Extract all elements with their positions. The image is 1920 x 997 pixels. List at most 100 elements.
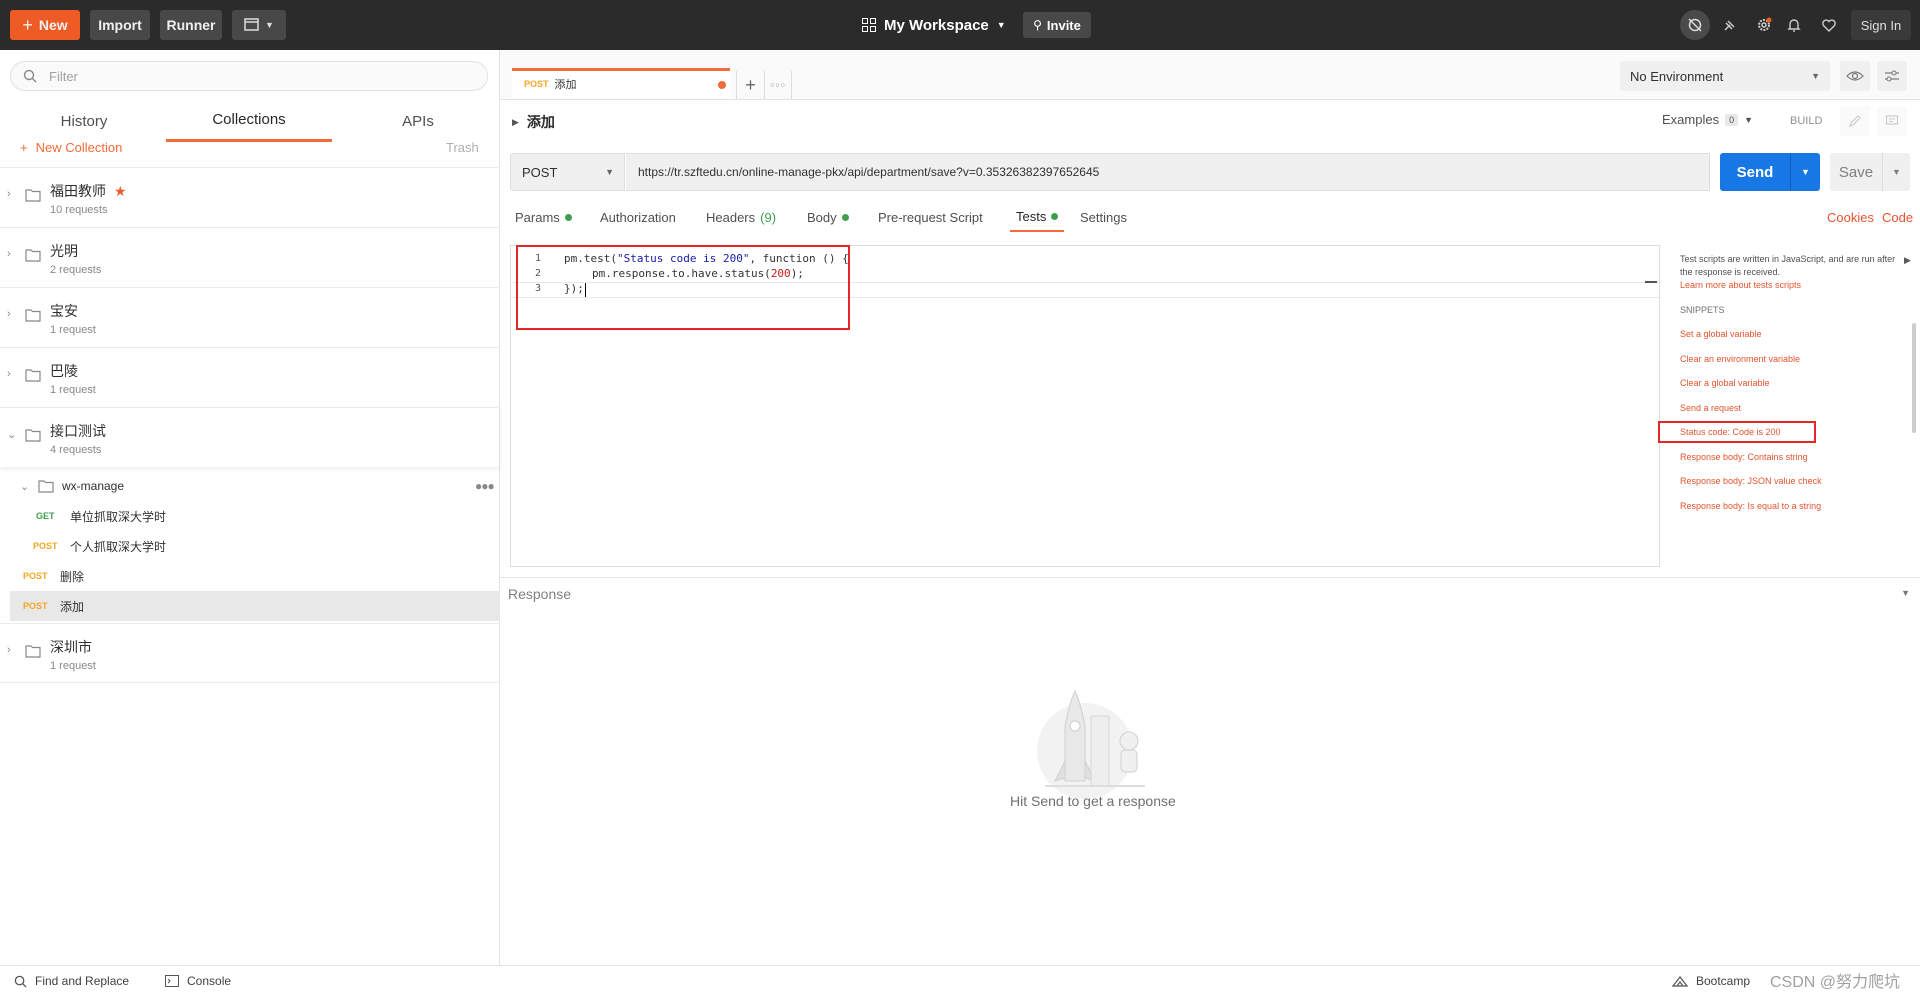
sync-icon[interactable] <box>1680 10 1710 40</box>
folder-name: wx-manage <box>62 479 125 493</box>
collection-name: 巴陵 <box>50 363 78 379</box>
find-replace-button[interactable]: Find and Replace <box>14 974 129 988</box>
collection-item-expanded[interactable]: ⌄ 接口测试 4 requests <box>0 407 500 467</box>
new-label: New <box>38 17 68 33</box>
folder-item[interactable]: ⌄ wx-manage ●●● <box>0 471 500 501</box>
more-icon[interactable]: ●●● <box>475 479 495 493</box>
chevron-down-icon[interactable]: ▼ <box>1882 153 1910 191</box>
url-value: https://tr.szftedu.cn/online-manage-pkx/… <box>638 165 1100 179</box>
bootcamp-button[interactable]: Bootcamp <box>1672 974 1750 988</box>
chevron-right-icon[interactable]: › <box>7 248 11 260</box>
new-window-button[interactable]: ▼ <box>232 10 286 40</box>
chevron-down-icon: ▼ <box>1811 71 1820 81</box>
chevron-down-icon[interactable]: ⌄ <box>7 428 16 441</box>
invite-button[interactable]: ⚲ Invite <box>1023 12 1091 38</box>
tab-prerequest-script[interactable]: Pre-request Script <box>878 202 983 232</box>
collection-item[interactable]: › 福田教师 ★ 10 requests <box>0 167 500 227</box>
chevron-down-icon[interactable]: ▼ <box>1790 153 1820 191</box>
sliders-icon[interactable] <box>1877 61 1907 91</box>
chevron-down-icon[interactable]: ⌄ <box>20 480 29 493</box>
collection-name: 光明 <box>50 243 78 259</box>
test-script-editor[interactable]: 1 2 3 pm.test("Status code is 200", func… <box>510 245 1661 567</box>
gear-icon[interactable] <box>1752 13 1776 37</box>
tab-apis[interactable]: APIs <box>364 100 472 142</box>
code-link[interactable]: Code <box>1882 202 1913 232</box>
more-tabs-icon[interactable]: ○○○ <box>764 71 792 99</box>
tab-collections[interactable]: Collections <box>166 100 332 142</box>
headers-count: (9) <box>760 209 777 225</box>
watermark: CSDN @努力爬坑 <box>1770 974 1901 991</box>
collection-item[interactable]: › 深圳市 1 request <box>0 623 500 683</box>
chevron-right-icon[interactable]: › <box>7 644 11 656</box>
search-icon <box>14 975 27 988</box>
filter-input[interactable]: Filter <box>10 61 488 91</box>
request-item-selected[interactable]: POST 添加 <box>10 591 500 621</box>
snippet-link[interactable]: Response body: JSON value check <box>1680 476 1822 486</box>
sign-in-button[interactable]: Sign In <box>1851 10 1911 40</box>
url-input[interactable]: https://tr.szftedu.cn/online-manage-pkx/… <box>626 153 1710 191</box>
eye-icon[interactable] <box>1840 61 1870 91</box>
cookies-link[interactable]: Cookies <box>1827 202 1874 232</box>
request-tab[interactable]: POST 添加 <box>512 68 730 98</box>
bell-icon[interactable] <box>1782 13 1806 37</box>
tab-body[interactable]: Body <box>807 202 849 232</box>
tab-params[interactable]: Params <box>515 202 572 232</box>
snippet-link[interactable]: Clear a global variable <box>1680 378 1770 388</box>
chevron-down-icon: ▼ <box>265 20 274 30</box>
request-item[interactable]: POST 个人抓取深大学时 <box>0 531 500 561</box>
folder-icon <box>25 308 41 322</box>
filter-placeholder: Filter <box>49 68 78 84</box>
send-button[interactable]: Send ▼ <box>1720 153 1820 191</box>
scrollbar[interactable] <box>1912 323 1916 433</box>
snippet-link[interactable]: Response body: Contains string <box>1680 452 1808 462</box>
chevron-right-icon[interactable]: › <box>7 308 11 320</box>
tab-tests[interactable]: Tests <box>1010 202 1065 232</box>
tab-headers[interactable]: Headers (9) <box>706 202 776 232</box>
snippet-link[interactable]: Send a request <box>1680 403 1741 413</box>
plus-icon: + <box>22 14 33 35</box>
method-select[interactable]: POST ▼ <box>510 153 625 191</box>
folder-icon <box>25 428 41 442</box>
collection-name: 深圳市 <box>50 639 92 655</box>
comment-icon[interactable] <box>1877 106 1907 136</box>
snippet-link[interactable]: Clear an environment variable <box>1680 354 1800 364</box>
tab-settings[interactable]: Settings <box>1080 202 1127 232</box>
import-button[interactable]: Import <box>90 10 150 40</box>
pencil-icon[interactable] <box>1840 106 1870 136</box>
request-title[interactable]: ▶ 添加 <box>512 112 555 132</box>
runner-button[interactable]: Runner <box>160 10 222 40</box>
learn-more-link[interactable]: Learn more about tests scripts <box>1680 280 1801 290</box>
console-button[interactable]: Console <box>165 974 231 988</box>
examples-dropdown[interactable]: Examples 0 ▼ <box>1662 112 1753 127</box>
chevron-right-icon[interactable]: › <box>7 368 11 380</box>
star-icon[interactable]: ★ <box>114 183 127 199</box>
collection-item[interactable]: › 光明 2 requests <box>0 227 500 287</box>
workspace-label: My Workspace <box>884 16 989 34</box>
workspace-selector[interactable]: My Workspace ▼ <box>862 10 1006 40</box>
snippet-link[interactable]: Set a global variable <box>1680 329 1762 339</box>
collection-name: 福田教师 <box>50 183 106 199</box>
request-item[interactable]: POST 删除 <box>0 561 500 591</box>
help-text: Test scripts are written in JavaScript, … <box>1680 254 1896 277</box>
save-button[interactable]: Save ▼ <box>1830 153 1910 191</box>
new-button[interactable]: + New <box>10 10 80 40</box>
chevron-down-icon[interactable]: ▼ <box>1901 588 1910 598</box>
snippet-link[interactable]: Response body: Is equal to a string <box>1680 501 1821 511</box>
request-name: 个人抓取深大学时 <box>70 539 167 554</box>
request-item[interactable]: GET 单位抓取深大学时 <box>0 501 500 531</box>
satellite-icon[interactable] <box>1718 13 1742 37</box>
collection-item[interactable]: › 巴陵 1 request <box>0 347 500 407</box>
add-tab-button[interactable]: + <box>736 71 764 99</box>
tab-authorization[interactable]: Authorization <box>600 202 676 232</box>
tab-history[interactable]: History <box>30 100 138 142</box>
status-bar: Find and Replace Console Bootcamp <box>0 965 1920 997</box>
caret-right-icon[interactable]: ▶ <box>512 117 519 128</box>
chevron-right-icon[interactable]: ▶ <box>1904 255 1911 266</box>
heart-icon[interactable] <box>1817 13 1841 37</box>
collection-item[interactable]: › 宝安 1 request <box>0 287 500 347</box>
new-collection-button[interactable]: + New Collection <box>20 140 122 155</box>
chevron-right-icon[interactable]: › <box>7 188 11 200</box>
trash-link[interactable]: Trash <box>446 140 479 155</box>
folder-icon <box>38 479 54 493</box>
environment-select[interactable]: No Environment ▼ <box>1620 61 1830 91</box>
